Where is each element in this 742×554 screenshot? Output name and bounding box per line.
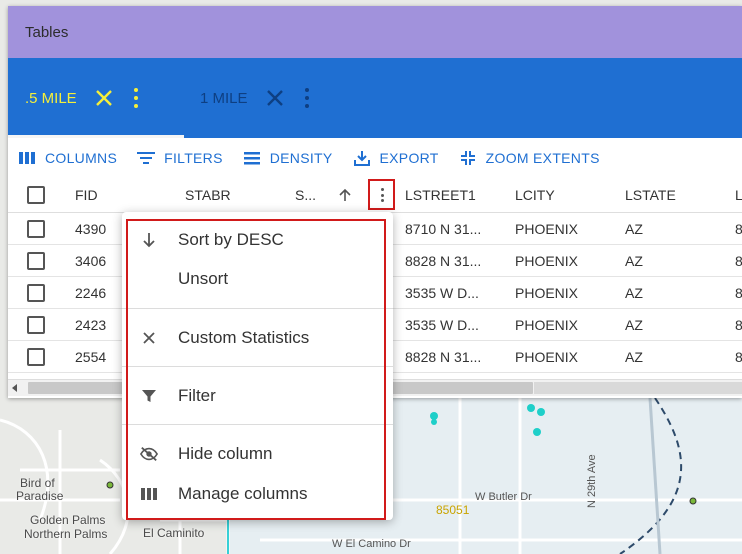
column-header-l[interactable]: L <box>735 178 742 212</box>
tab-one-mile[interactable]: 1 MILE <box>200 58 310 138</box>
map-label-el-caminito: El Caminito <box>143 526 205 540</box>
tab-one-mile-more-icon[interactable] <box>304 88 310 108</box>
menu-item-unsort[interactable]: Unsort <box>122 261 393 297</box>
menu-item-sort-desc-label: Sort by DESC <box>178 230 284 249</box>
zoom-extents-label: ZOOM EXTENTS <box>485 150 600 166</box>
cell-fid: 4390 <box>75 220 107 237</box>
tab-half-mile-more-icon[interactable] <box>133 88 139 108</box>
filters-label: FILTERS <box>164 150 223 166</box>
columns-icon <box>18 149 36 167</box>
map-label-northern-palms: Northern Palms <box>24 527 108 541</box>
tab-half-mile-close-icon[interactable] <box>95 89 113 107</box>
filter-lines-icon <box>137 149 156 167</box>
menu-item-manage-columns-label: Manage columns <box>178 484 308 503</box>
export-button[interactable]: EXPORT <box>353 149 439 167</box>
column-header-fid[interactable]: FID <box>75 178 98 212</box>
columns-label: COLUMNS <box>45 150 118 166</box>
cell-lstate: AZ <box>625 348 643 365</box>
menu-divider <box>122 424 393 425</box>
cell-lstate: AZ <box>625 316 643 333</box>
menu-item-custom-statistics-label: Custom Statistics <box>178 328 310 347</box>
menu-item-hide-column[interactable]: Hide column <box>122 436 393 472</box>
column-header-s[interactable]: S... <box>295 178 316 212</box>
cell-next: 8 <box>735 220 742 237</box>
window-title: Tables <box>25 24 69 41</box>
funnel-icon <box>140 387 158 405</box>
row-checkbox[interactable] <box>27 277 45 308</box>
close-icon <box>140 329 158 347</box>
tab-half-mile-label: .5 MILE <box>25 89 77 107</box>
column-menu-highlight <box>368 179 395 210</box>
row-checkbox[interactable] <box>27 341 45 372</box>
cell-lstate: AZ <box>625 284 643 301</box>
tab-half-mile[interactable]: .5 MILE <box>25 58 139 138</box>
cell-fid: 2423 <box>75 316 107 333</box>
cell-next: 8 <box>735 348 742 365</box>
export-label: EXPORT <box>379 150 439 166</box>
map-label-golden-palms: Golden Palms <box>30 513 106 527</box>
cell-lstreet1: 8710 N 31... <box>405 220 482 237</box>
menu-item-hide-column-label: Hide column <box>178 444 273 463</box>
map-street-29th: N 29th Ave <box>586 454 598 508</box>
download-icon <box>353 149 371 167</box>
row-checkbox[interactable] <box>27 309 45 340</box>
tab-one-mile-close-icon[interactable] <box>266 89 284 107</box>
map-street-butler: W Butler Dr <box>475 491 532 503</box>
menu-item-manage-columns[interactable]: Manage columns <box>122 476 393 512</box>
column-header-lstreet1[interactable]: LSTREET1 <box>405 178 476 212</box>
density-icon <box>243 149 261 167</box>
cell-lstreet1: 3535 W D... <box>405 316 479 333</box>
arrow-down-icon <box>140 231 158 249</box>
cell-fid: 2554 <box>75 348 107 365</box>
cell-lcity: PHOENIX <box>515 220 579 237</box>
row-checkbox[interactable] <box>27 245 45 276</box>
menu-item-filter-label: Filter <box>178 386 216 405</box>
menu-divider <box>122 366 393 367</box>
eye-off-icon <box>140 445 158 463</box>
scroll-left-arrow-icon[interactable] <box>12 384 17 392</box>
row-checkbox[interactable] <box>27 213 45 244</box>
cell-lstreet1: 3535 W D... <box>405 284 479 301</box>
cell-lstreet1: 8828 N 31... <box>405 252 482 269</box>
density-label: DENSITY <box>269 150 333 166</box>
cell-lcity: PHOENIX <box>515 348 579 365</box>
cell-lstate: AZ <box>625 220 643 237</box>
menu-item-filter[interactable]: Filter <box>122 378 393 414</box>
layer-tab-bar: .5 MILE 1 MILE <box>8 58 742 138</box>
cell-fid: 3406 <box>75 252 107 269</box>
tab-one-mile-label: 1 MILE <box>200 89 248 107</box>
table-header-row: FID STABR S... LSTREET1 LCITY LSTATE L <box>8 178 742 213</box>
cell-lcity: PHOENIX <box>515 284 579 301</box>
column-context-menu: Sort by DESC Unsort Custom Statistics Fi… <box>122 212 393 520</box>
select-all-checkbox[interactable] <box>27 178 45 212</box>
column-header-lcity[interactable]: LCITY <box>515 178 555 212</box>
menu-item-custom-statistics[interactable]: Custom Statistics <box>122 320 393 356</box>
menu-divider <box>122 308 393 309</box>
cell-lcity: PHOENIX <box>515 252 579 269</box>
sort-ascending-icon[interactable] <box>338 178 352 212</box>
density-button[interactable]: DENSITY <box>243 149 333 167</box>
cell-next: 8 <box>735 252 742 269</box>
map-street-el-camino: W El Camino Dr <box>332 538 411 550</box>
cell-lcity: PHOENIX <box>515 316 579 333</box>
zoom-extents-button[interactable]: ZOOM EXTENTS <box>459 149 600 167</box>
filters-button[interactable]: FILTERS <box>137 149 223 167</box>
cell-lstreet1: 8828 N 31... <box>405 348 482 365</box>
cell-next: 8 <box>735 284 742 301</box>
menu-item-sort-desc[interactable]: Sort by DESC <box>122 222 393 258</box>
window-titlebar[interactable]: Tables <box>8 6 742 58</box>
table-toolbar: COLUMNS FILTERS DENSITY EXPORT ZOOM EXTE… <box>8 138 742 178</box>
scrollbar-track[interactable] <box>534 382 742 394</box>
columns-icon <box>140 485 158 503</box>
columns-button[interactable]: COLUMNS <box>18 149 117 167</box>
column-header-stabr[interactable]: STABR <box>185 178 231 212</box>
column-header-lstate[interactable]: LSTATE <box>625 178 676 212</box>
map-label-paradise: Paradise <box>16 489 64 503</box>
zoom-extents-icon <box>459 149 477 167</box>
cell-next: 8 <box>735 316 742 333</box>
menu-item-unsort-label: Unsort <box>178 269 229 288</box>
cell-lstate: AZ <box>625 252 643 269</box>
cell-fid: 2246 <box>75 284 107 301</box>
map-zip-label: 85051 <box>436 503 470 517</box>
